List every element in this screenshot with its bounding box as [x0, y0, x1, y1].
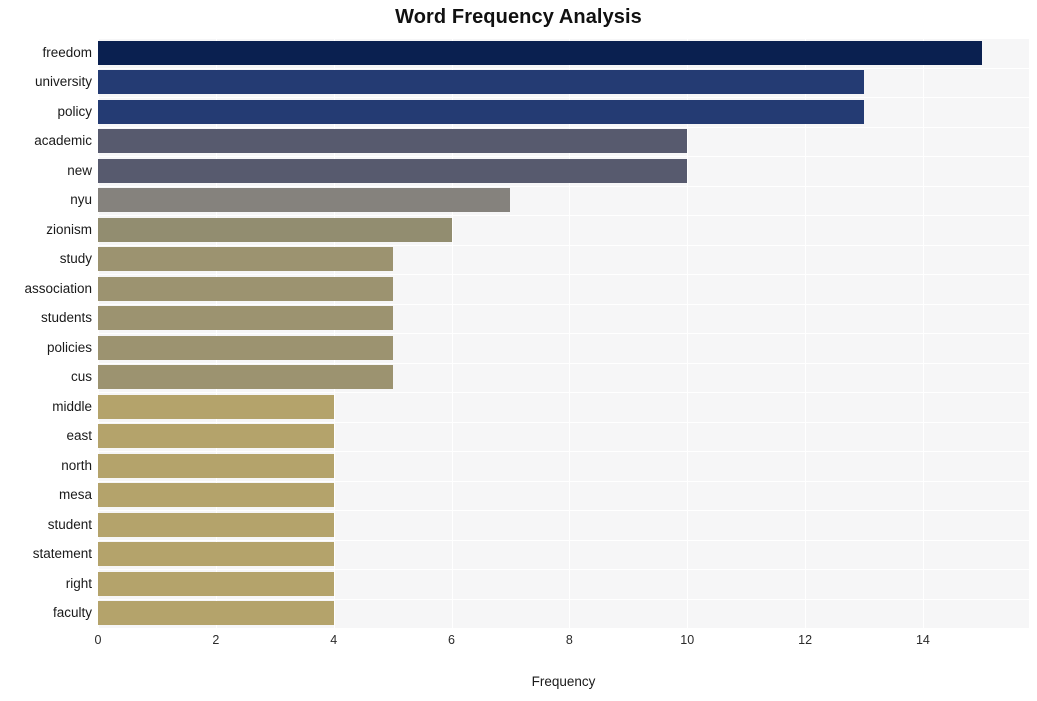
- y-axis-tick-label: new: [67, 162, 92, 178]
- horizontal-gridline: [98, 451, 1029, 452]
- chart-figure: Word Frequency Analysis freedom universit…: [0, 0, 1037, 701]
- bar: [98, 217, 452, 242]
- bar: [98, 571, 334, 596]
- bar: [98, 129, 688, 154]
- horizontal-gridline: [98, 599, 1029, 600]
- bar: [98, 453, 334, 478]
- bar: [98, 424, 334, 449]
- bar: [98, 365, 393, 390]
- horizontal-gridline: [98, 422, 1029, 423]
- horizontal-gridline: [98, 245, 1029, 246]
- y-axis-tick-label: right: [65, 575, 92, 591]
- y-axis-tick-label: study: [59, 251, 92, 267]
- horizontal-gridline: [98, 274, 1029, 275]
- bar: [98, 306, 393, 331]
- horizontal-gridline: [98, 363, 1029, 364]
- y-axis-tick-label: cus: [70, 369, 92, 385]
- horizontal-gridline: [98, 215, 1029, 216]
- bar: [98, 99, 864, 124]
- y-axis-tick-label: students: [40, 310, 92, 326]
- horizontal-gridline: [98, 68, 1029, 69]
- y-axis-tick-labels: freedom university policy academic new nyu zio…: [0, 38, 92, 628]
- y-axis-tick-label: policy: [57, 103, 92, 119]
- y-axis-tick-label: association: [24, 280, 92, 296]
- x-axis-title: Frequency: [531, 674, 596, 689]
- horizontal-gridline: [98, 628, 1029, 629]
- horizontal-gridline: [98, 392, 1029, 393]
- horizontal-gridline: [98, 127, 1029, 128]
- x-axis-tick-label: 10: [680, 633, 695, 647]
- horizontal-gridline: [98, 333, 1029, 334]
- x-axis-tick-label: 0: [94, 633, 102, 647]
- y-axis-tick-label: student: [47, 516, 92, 532]
- horizontal-gridline: [98, 38, 1029, 39]
- horizontal-gridline: [98, 481, 1029, 482]
- chart-title: Word Frequency Analysis: [395, 6, 642, 28]
- x-axis-tick-label: 4: [330, 633, 338, 647]
- bar: [98, 601, 334, 626]
- bar: [98, 394, 334, 419]
- horizontal-gridline: [98, 540, 1029, 541]
- bar: [98, 276, 393, 301]
- bar: [98, 483, 334, 508]
- x-axis-tick-label: 14: [915, 633, 930, 647]
- plot-area: [98, 38, 1029, 629]
- y-axis-tick-label: academic: [34, 133, 92, 149]
- y-axis-tick-label: east: [66, 428, 92, 444]
- bar: [98, 188, 511, 213]
- y-axis-tick-label: statement: [32, 546, 92, 562]
- horizontal-gridline: [98, 569, 1029, 570]
- y-axis-tick-label: zionism: [46, 221, 92, 237]
- x-axis-tick-label: 2: [212, 633, 220, 647]
- y-axis-tick-label: university: [34, 74, 92, 90]
- y-axis-tick-label: faculty: [52, 605, 92, 621]
- x-axis-tick-label: 12: [798, 633, 813, 647]
- horizontal-gridline: [98, 156, 1029, 157]
- bar: [98, 512, 334, 537]
- y-axis-tick-label: policies: [46, 339, 92, 355]
- y-axis-tick-label: north: [61, 457, 92, 473]
- horizontal-gridline: [98, 304, 1029, 305]
- y-axis-tick-label: nyu: [70, 192, 92, 208]
- horizontal-gridline: [98, 186, 1029, 187]
- horizontal-gridline: [98, 510, 1029, 511]
- horizontal-gridline: [98, 97, 1029, 98]
- bar: [98, 40, 982, 65]
- bar: [98, 542, 334, 567]
- bar: [98, 335, 393, 360]
- x-axis-tick-label: 8: [565, 633, 573, 647]
- bar: [98, 158, 688, 183]
- y-axis-tick-label: freedom: [42, 44, 92, 60]
- bar: [98, 247, 393, 272]
- bar: [98, 70, 864, 95]
- y-axis-tick-label: middle: [52, 398, 92, 414]
- y-axis-tick-label: mesa: [58, 487, 92, 503]
- x-axis-tick-label: 6: [448, 633, 456, 647]
